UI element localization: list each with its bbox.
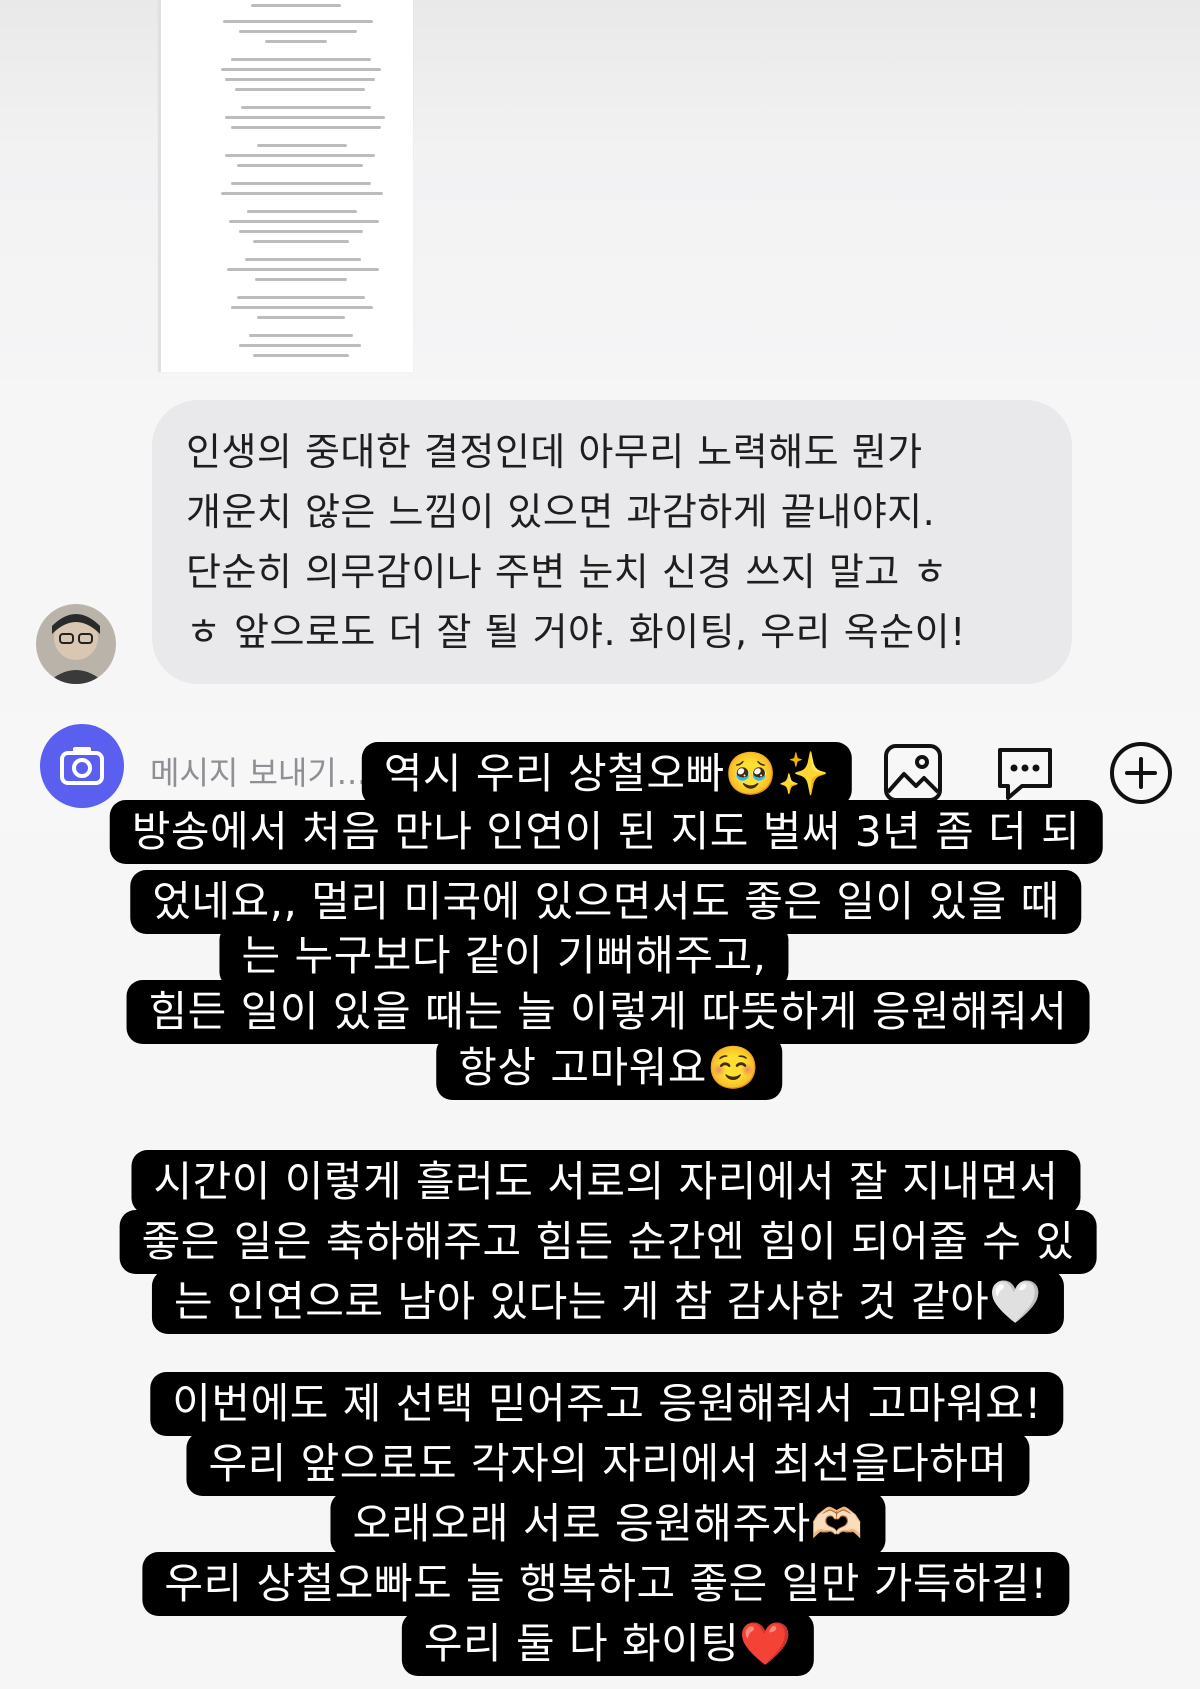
story-text-line: 항상 고마워요☺️ — [436, 1036, 782, 1100]
story-text-line: 우리 둘 다 화이팅❤️ — [401, 1612, 815, 1676]
story-text-line: 시간이 이렇게 흘러도 서로의 자리에서 잘 지내면서 — [131, 1150, 1081, 1214]
story-text-line: 힘든 일이 있을 때는 늘 이렇게 따뜻하게 응원해줘서 — [126, 980, 1090, 1044]
avatar[interactable] — [36, 604, 116, 684]
document-preview-area — [0, 0, 1200, 380]
story-text-line: 역시 우리 상철오빠🥹✨ — [361, 742, 853, 806]
gallery-icon[interactable] — [880, 740, 946, 806]
story-text-line: 이번에도 제 선택 믿어주고 응원해줘서 고마워요! — [150, 1372, 1064, 1436]
message-line: 개운치 않은 느낌이 있으면 과감하게 끝내야지. — [186, 490, 936, 534]
story-text-line: 오래오래 서로 응원해주자🫶🏻 — [330, 1492, 886, 1556]
message-text: 인생의 중대한 결정인데 아무리 노력해도 뭔가 개운치 않은 느낌이 있으면 … — [186, 422, 1066, 662]
story-text-line: 방송에서 처음 만나 인연이 된 지도 벌써 3년 좀 더 되 — [109, 800, 1103, 864]
story-text-line: 는 인연으로 남아 있다는 게 참 감사한 것 같아🤍 — [151, 1270, 1065, 1334]
message-line: 인생의 중대한 결정인데 아무리 노력해도 뭔가 — [186, 430, 923, 474]
story-text-line: 는 누구보다 같이 기뻐해주고, — [219, 924, 789, 988]
add-icon[interactable] — [1108, 740, 1174, 806]
message-input[interactable]: 메시지 보내기... — [150, 748, 367, 794]
camera-icon — [60, 747, 104, 785]
story-text-line: 우리 상철오빠도 늘 행복하고 좋은 일만 가득하길! — [142, 1552, 1070, 1616]
story-text-line: 좋은 일은 축하해주고 힘든 순간엔 힘이 되어줄 수 있 — [119, 1210, 1097, 1274]
camera-button[interactable] — [40, 724, 124, 808]
message-line: ㅎ 앞으로도 더 잘 될 거야. 화이팅, 우리 옥순이! — [186, 610, 966, 654]
message-line: 단순히 의무감이나 주변 눈치 신경 쓰지 말고 ㅎ — [186, 550, 948, 594]
chat-icon[interactable] — [992, 740, 1058, 806]
story-text-line: 우리 앞으로도 각자의 자리에서 최선을다하며 — [186, 1432, 1030, 1496]
document-image[interactable] — [158, 0, 413, 372]
